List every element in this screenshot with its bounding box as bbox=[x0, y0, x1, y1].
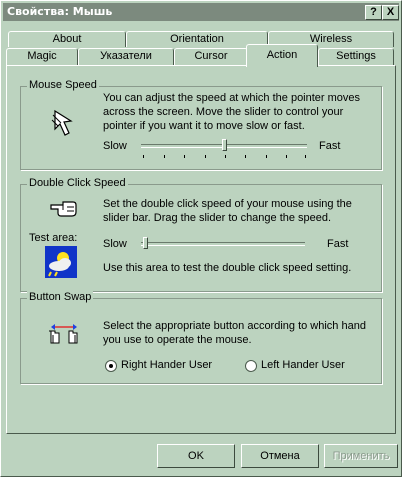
slider-tick bbox=[305, 155, 306, 158]
double-click-slow-label: Slow bbox=[103, 238, 127, 250]
mouse-speed-desc-line: pointer if you want it to move slow or f… bbox=[103, 120, 305, 132]
test-area-label: Test area: bbox=[29, 232, 78, 244]
mouse-speed-desc-line: You can adjust the speed at which the po… bbox=[103, 92, 361, 104]
mouse-speed-group: Mouse Speed You can adjust the speed at … bbox=[20, 79, 382, 170]
double-click-track[interactable] bbox=[141, 242, 305, 246]
mouse-speed-slow-label: Slow bbox=[103, 140, 127, 152]
double-click-slider-thumb[interactable] bbox=[143, 237, 148, 249]
double-click-title: Double Click Speed bbox=[27, 177, 128, 189]
window-title: Свойства: Мышь bbox=[7, 5, 113, 18]
double-click-fast-label: Fast bbox=[327, 238, 349, 250]
pointing-hand-icon bbox=[50, 201, 77, 217]
close-button[interactable]: X bbox=[382, 5, 399, 20]
tab-about[interactable]: About bbox=[8, 31, 126, 47]
mouse-pointer-icon bbox=[51, 109, 73, 136]
cancel-button[interactable]: Отмена bbox=[241, 444, 319, 468]
slider-tick bbox=[184, 155, 185, 158]
left-hander-radio[interactable] bbox=[245, 360, 257, 372]
mouse-speed-title: Mouse Speed bbox=[27, 79, 99, 91]
slider-tick bbox=[225, 155, 226, 158]
double-click-desc: Set the double click speed of your mouse… bbox=[103, 197, 373, 225]
mouse-speed-desc-line: across the screen. Move the slider to co… bbox=[103, 106, 344, 118]
weather-test-area-icon[interactable] bbox=[45, 246, 77, 278]
slider-tick bbox=[286, 155, 287, 158]
button-swap-desc-line: you use to operate the mouse. bbox=[103, 334, 252, 346]
help-button[interactable]: ? bbox=[365, 5, 382, 20]
slider-tick bbox=[143, 155, 144, 158]
double-click-test-text: Use this area to test the double click s… bbox=[103, 262, 352, 274]
button-swap-title: Button Swap bbox=[27, 291, 94, 303]
tab-cursor[interactable]: Cursor bbox=[174, 48, 248, 66]
mouse-speed-slider-thumb[interactable] bbox=[222, 139, 227, 151]
double-click-desc-line: Set the double click speed of your mouse… bbox=[103, 198, 352, 210]
button-swap-desc: Select the appropriate button according … bbox=[103, 319, 375, 347]
ok-button[interactable]: OK bbox=[157, 444, 235, 468]
button-swap-group: Button Swap Select the appropriate butto… bbox=[20, 291, 382, 384]
tab-panel-action: Mouse Speed You can adjust the speed at … bbox=[6, 65, 396, 434]
tab-pointers[interactable]: Указатели bbox=[78, 48, 174, 66]
double-click-desc-line: slider bar. Drag the slider to change th… bbox=[103, 212, 332, 224]
slider-tick bbox=[205, 155, 206, 158]
slider-tick bbox=[164, 155, 165, 158]
right-hander-radio[interactable] bbox=[105, 360, 117, 372]
slider-tick bbox=[245, 155, 246, 158]
right-hander-label[interactable]: Right Hander User bbox=[121, 358, 212, 372]
slider-tick bbox=[266, 155, 267, 158]
title-bar: Свойства: Мышь ? X bbox=[3, 3, 399, 21]
tab-magic[interactable]: Magic bbox=[6, 48, 78, 66]
mouse-speed-desc: You can adjust the speed at which the po… bbox=[103, 91, 373, 133]
mouse-properties-window: Свойства: Мышь ? X About Orientation Wir… bbox=[0, 0, 402, 477]
button-swap-desc-line: Select the appropriate button according … bbox=[103, 320, 366, 332]
double-click-group: Double Click Speed Test area: Set the do… bbox=[20, 177, 382, 292]
apply-button[interactable]: Применить bbox=[324, 444, 398, 468]
tab-settings[interactable]: Settings bbox=[318, 48, 394, 66]
tab-action[interactable]: Action bbox=[246, 44, 318, 67]
mouse-speed-fast-label: Fast bbox=[319, 140, 341, 152]
left-hander-label[interactable]: Left Hander User bbox=[261, 358, 345, 372]
hands-swap-icon bbox=[49, 324, 78, 344]
